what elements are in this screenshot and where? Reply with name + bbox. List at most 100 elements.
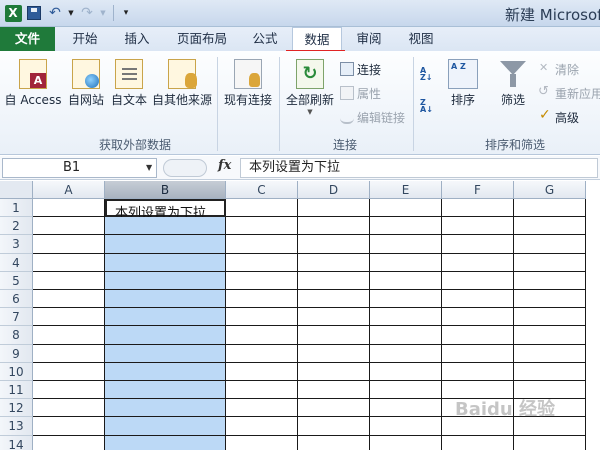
row-header-6[interactable]: 6 xyxy=(0,290,33,309)
cell-c4[interactable] xyxy=(226,253,298,272)
cell-e4[interactable] xyxy=(370,253,442,272)
row-header-4[interactable]: 4 xyxy=(0,253,33,272)
cell-a8[interactable] xyxy=(33,326,105,345)
from-text-button[interactable]: 自文本 xyxy=(108,59,150,108)
from-access-button[interactable]: 自 Access xyxy=(2,59,64,108)
cell-a5[interactable] xyxy=(33,271,105,290)
edit-links-button[interactable]: 编辑链接 xyxy=(340,108,405,126)
tab-page-layout[interactable]: 页面布局 xyxy=(168,27,236,51)
undo-dropdown-icon[interactable]: ▼ xyxy=(67,4,75,22)
customize-toolbar-icon[interactable]: ▾ xyxy=(117,4,135,22)
cell-g5[interactable] xyxy=(514,271,586,290)
row-header-8[interactable]: 8 xyxy=(0,326,33,345)
cell-g8[interactable] xyxy=(514,326,586,345)
cell-f6[interactable] xyxy=(442,290,514,309)
cell-b10[interactable] xyxy=(105,362,226,381)
row-header-10[interactable]: 10 xyxy=(0,362,33,381)
tab-view[interactable]: 视图 xyxy=(396,27,446,51)
cell-b4[interactable] xyxy=(105,253,226,272)
cell-a6[interactable] xyxy=(33,290,105,309)
select-all-corner[interactable] xyxy=(0,181,33,199)
properties-button[interactable]: 属性 xyxy=(340,84,381,102)
cell-e11[interactable] xyxy=(370,381,442,400)
refresh-all-button[interactable]: 全部刷新 ▼ xyxy=(283,59,337,116)
cell-b6[interactable] xyxy=(105,290,226,309)
cell-b8[interactable] xyxy=(105,326,226,345)
cell-e13[interactable] xyxy=(370,417,442,436)
cell-g14[interactable] xyxy=(514,435,586,450)
cell-d5[interactable] xyxy=(298,271,370,290)
cell-a9[interactable] xyxy=(33,344,105,363)
row-header-1[interactable]: 1 xyxy=(0,199,33,218)
tab-home[interactable]: 开始 xyxy=(60,27,110,51)
cell-b12[interactable] xyxy=(105,399,226,418)
formula-input[interactable]: 本列设置为下拉 xyxy=(240,158,598,178)
cell-c9[interactable] xyxy=(226,344,298,363)
row-header-9[interactable]: 9 xyxy=(0,344,33,363)
cell-e14[interactable] xyxy=(370,435,442,450)
column-header-b[interactable]: B xyxy=(105,181,226,199)
cell-g7[interactable] xyxy=(514,308,586,327)
from-other-sources-button[interactable]: 自其他来源 xyxy=(150,59,214,108)
from-web-button[interactable]: 自网站 xyxy=(64,59,108,108)
cell-e12[interactable] xyxy=(370,399,442,418)
excel-logo-icon[interactable]: X xyxy=(4,4,22,22)
save-icon[interactable] xyxy=(25,4,43,22)
cell-b9[interactable] xyxy=(105,344,226,363)
cell-f3[interactable] xyxy=(442,235,514,254)
cell-a2[interactable] xyxy=(33,217,105,236)
cell-d6[interactable] xyxy=(298,290,370,309)
sort-descending-button[interactable]: Z A↓ xyxy=(420,97,437,115)
cell-a7[interactable] xyxy=(33,308,105,327)
cell-f1[interactable] xyxy=(442,199,514,218)
cell-c5[interactable] xyxy=(226,271,298,290)
cell-c1[interactable] xyxy=(226,199,298,218)
cell-c2[interactable] xyxy=(226,217,298,236)
cell-d9[interactable] xyxy=(298,344,370,363)
column-header-f[interactable]: F xyxy=(442,181,514,199)
cell-a13[interactable] xyxy=(33,417,105,436)
cell-d8[interactable] xyxy=(298,326,370,345)
cell-c7[interactable] xyxy=(226,308,298,327)
column-header-d[interactable]: D xyxy=(298,181,370,199)
cell-c8[interactable] xyxy=(226,326,298,345)
row-header-2[interactable]: 2 xyxy=(0,217,33,236)
cell-d12[interactable] xyxy=(298,399,370,418)
cell-d7[interactable] xyxy=(298,308,370,327)
tab-insert[interactable]: 插入 xyxy=(112,27,162,51)
cell-a11[interactable] xyxy=(33,381,105,400)
cell-g2[interactable] xyxy=(514,217,586,236)
tab-formulas[interactable]: 公式 xyxy=(240,27,290,51)
reapply-button[interactable]: 重新应用 xyxy=(538,84,600,102)
cell-a10[interactable] xyxy=(33,362,105,381)
cell-d11[interactable] xyxy=(298,381,370,400)
sort-button[interactable]: 排序 xyxy=(446,59,480,108)
column-header-e[interactable]: E xyxy=(370,181,442,199)
cell-e1[interactable] xyxy=(370,199,442,218)
cell-d14[interactable] xyxy=(298,435,370,450)
cell-f2[interactable] xyxy=(442,217,514,236)
column-header-g[interactable]: G xyxy=(514,181,586,199)
cell-f9[interactable] xyxy=(442,344,514,363)
row-header-5[interactable]: 5 xyxy=(0,271,33,290)
cell-g1[interactable] xyxy=(514,199,586,218)
name-box[interactable]: B1 xyxy=(2,158,157,178)
row-header-7[interactable]: 7 xyxy=(0,308,33,327)
cell-f14[interactable] xyxy=(442,435,514,450)
advanced-filter-button[interactable]: 高级 xyxy=(538,107,579,126)
tab-data[interactable]: 数据 xyxy=(292,27,342,51)
cell-b2[interactable] xyxy=(105,217,226,236)
row-header-14[interactable]: 14 xyxy=(0,435,33,450)
cell-a1[interactable] xyxy=(33,199,105,218)
cell-e9[interactable] xyxy=(370,344,442,363)
cell-d1[interactable] xyxy=(298,199,370,218)
cell-e7[interactable] xyxy=(370,308,442,327)
cell-b11[interactable] xyxy=(105,381,226,400)
redo-dropdown-icon[interactable]: ▼ xyxy=(99,4,107,22)
cell-d4[interactable] xyxy=(298,253,370,272)
cell-e2[interactable] xyxy=(370,217,442,236)
undo-icon[interactable]: ↶ xyxy=(46,4,64,22)
cell-g10[interactable] xyxy=(514,362,586,381)
cell-c11[interactable] xyxy=(226,381,298,400)
cell-e5[interactable] xyxy=(370,271,442,290)
